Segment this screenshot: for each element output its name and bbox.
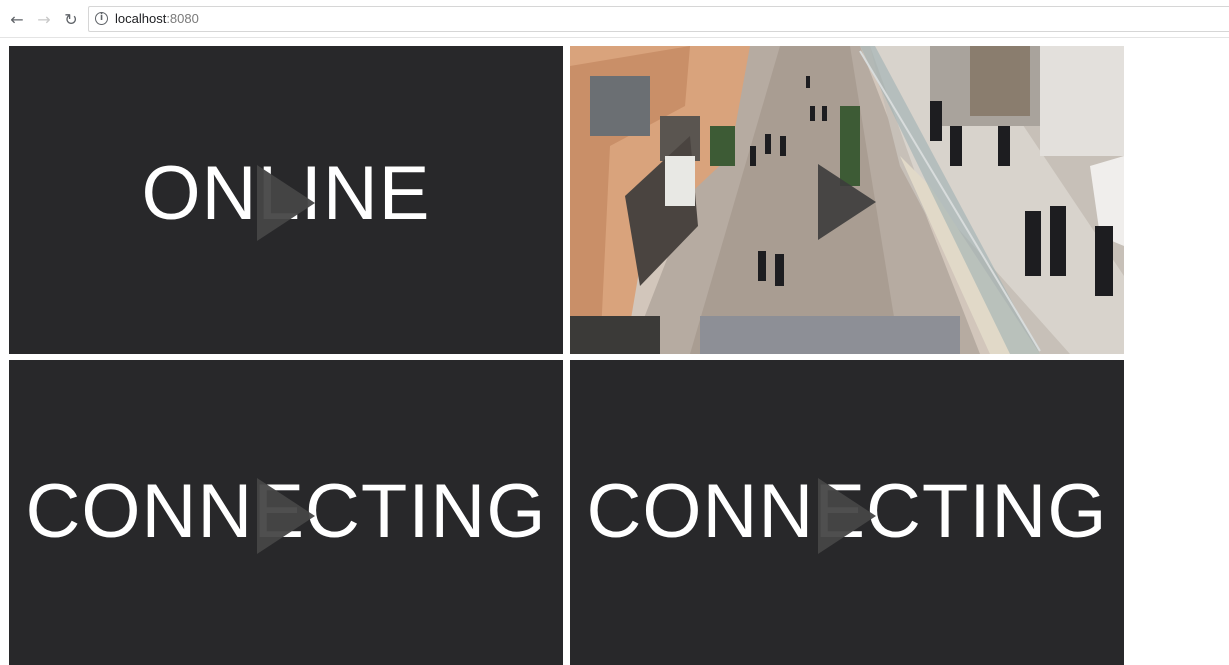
play-icon[interactable] bbox=[818, 164, 876, 240]
video-tile-3[interactable]: CONNECTING bbox=[9, 360, 563, 665]
back-icon[interactable]: ← bbox=[6, 8, 28, 30]
url-port: :8080 bbox=[166, 11, 199, 26]
play-icon[interactable] bbox=[257, 478, 315, 554]
reload-icon[interactable]: ↻ bbox=[60, 8, 82, 30]
video-tile-4[interactable]: CONNECTING bbox=[570, 360, 1124, 665]
info-icon[interactable]: i bbox=[95, 12, 108, 25]
address-bar[interactable]: i localhost:8080 bbox=[88, 6, 1229, 32]
url-text[interactable]: localhost:8080 bbox=[115, 11, 199, 27]
play-icon[interactable] bbox=[818, 478, 876, 554]
forward-icon[interactable]: → bbox=[33, 8, 55, 30]
play-icon[interactable] bbox=[257, 165, 315, 241]
browser-toolbar: ← → ↻ i localhost:8080 bbox=[0, 0, 1229, 38]
video-tile-2[interactable] bbox=[570, 46, 1124, 354]
url-host: localhost bbox=[115, 11, 167, 26]
video-tile-1[interactable]: ONLINE bbox=[9, 46, 563, 354]
